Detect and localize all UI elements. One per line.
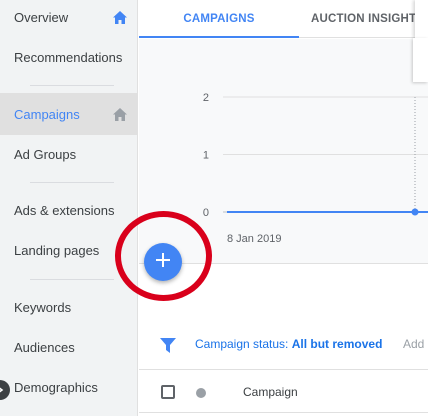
filter-icon[interactable] <box>160 338 176 353</box>
sidebar-item-ads-extensions[interactable]: Ads & extensions <box>0 191 138 229</box>
sidebar-item-audiences[interactable]: Audiences <box>0 328 138 366</box>
chart-x-tick-label: 8 Jan 2019 <box>227 233 281 245</box>
sidebar-item-label: Campaigns <box>14 106 80 122</box>
tab-bar: CAMPAIGNS AUCTION INSIGHTS <box>139 0 428 38</box>
sidebar-item-label: Demographics <box>14 379 98 395</box>
sidebar-item-label: Keywords <box>14 299 72 315</box>
sidebar-item-label: Ads & extensions <box>14 202 115 218</box>
select-all-checkbox[interactable] <box>161 385 175 399</box>
tab-campaigns[interactable]: CAMPAIGNS <box>139 0 299 38</box>
sidebar: Overview Recommendations Campaigns Ad Gr… <box>0 0 138 416</box>
sidebar-item-label: Recommendations <box>14 49 123 65</box>
home-icon <box>112 10 128 24</box>
filter-bar: Campaign status: All but removed Add <box>139 327 428 363</box>
chart-y-tick-label: 1 <box>203 150 209 162</box>
sidebar-item-ad-groups[interactable]: Ad Groups <box>0 135 138 173</box>
sidebar-item-recommendations[interactable]: Recommendations <box>0 38 138 76</box>
sidebar-item-campaigns[interactable]: Campaigns <box>0 93 138 135</box>
sidebar-divider <box>30 279 114 280</box>
tab-label: AUCTION INSIGHTS <box>311 12 425 25</box>
sidebar-divider <box>30 85 114 86</box>
add-campaign-button[interactable] <box>144 243 182 281</box>
add-filter-link[interactable]: Add <box>403 337 424 351</box>
sidebar-item-label: Audiences <box>14 339 75 355</box>
filter-value: All but removed <box>291 337 383 351</box>
status-dot-icon <box>196 388 206 398</box>
chart-y-tick-label: 0 <box>203 207 209 219</box>
popover-edge <box>413 38 428 82</box>
chart-data-point[interactable] <box>411 208 419 216</box>
sidebar-divider <box>30 182 114 183</box>
sidebar-item-overview[interactable]: Overview <box>0 0 138 36</box>
tab-label: CAMPAIGNS <box>183 12 255 25</box>
table-header: Campaign <box>139 369 428 413</box>
overflow-panel-edge <box>415 0 428 38</box>
sidebar-item-keywords[interactable]: Keywords <box>0 288 138 326</box>
plus-icon <box>156 252 170 272</box>
chart-y-tick-label: 2 <box>203 92 209 104</box>
home-icon <box>112 107 128 121</box>
campaign-status-filter[interactable]: Campaign status: All but removed <box>195 337 382 351</box>
column-header-campaign[interactable]: Campaign <box>243 385 298 399</box>
sidebar-item-label: Overview <box>14 9 69 25</box>
sidebar-item-label: Ad Groups <box>14 146 77 162</box>
tab-active-indicator <box>139 36 299 38</box>
sidebar-item-demographics[interactable]: Demographics <box>0 368 138 406</box>
filter-prefix: Campaign status: <box>195 337 292 351</box>
tab-auction-insights[interactable]: AUCTION INSIGHTS <box>311 0 428 37</box>
